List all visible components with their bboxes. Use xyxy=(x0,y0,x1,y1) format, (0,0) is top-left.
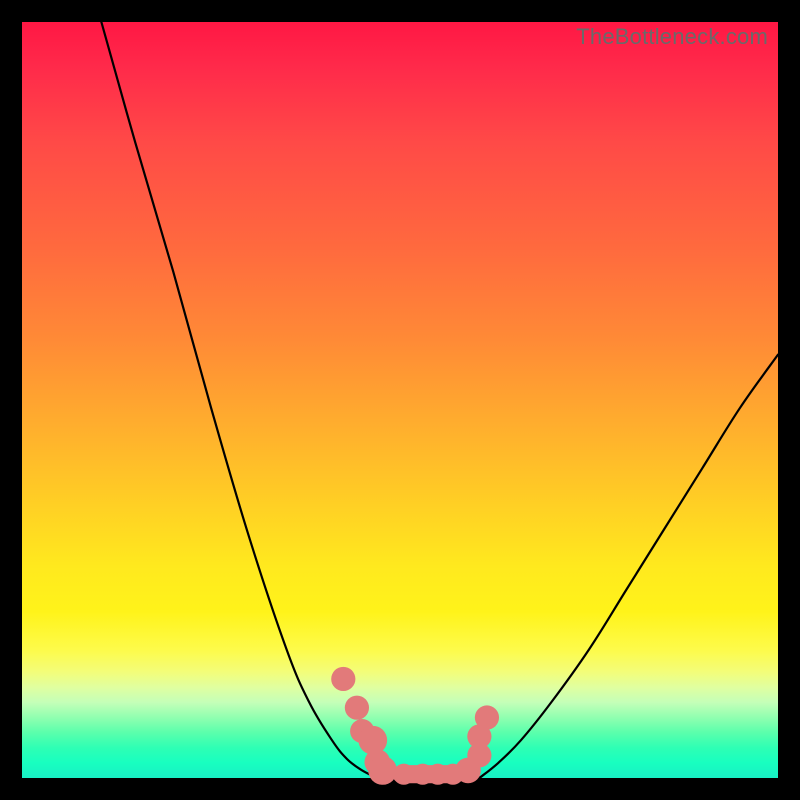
marker-point xyxy=(345,696,369,720)
curve-left xyxy=(101,22,377,778)
marker-point xyxy=(331,667,355,691)
curve-right xyxy=(479,355,778,778)
chart-svg xyxy=(22,22,778,778)
marker-point xyxy=(475,705,499,729)
marker-point xyxy=(393,764,414,785)
marker-point xyxy=(368,756,397,785)
plot-area: TheBottleneck.com xyxy=(22,22,778,778)
chart-frame: TheBottleneck.com xyxy=(0,0,800,800)
